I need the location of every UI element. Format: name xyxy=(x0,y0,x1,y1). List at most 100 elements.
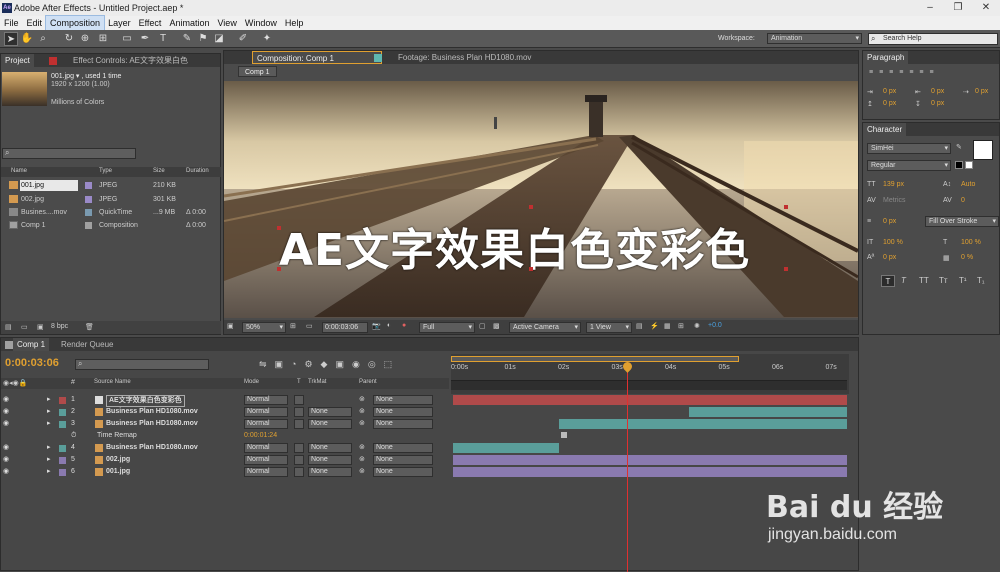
puppet-pin-tool-icon[interactable]: ✦ xyxy=(260,32,274,46)
track-matte-select[interactable]: None xyxy=(308,407,352,417)
parent-select[interactable]: None xyxy=(373,419,433,429)
black-swatch[interactable] xyxy=(955,161,963,169)
layer-label-swatch[interactable] xyxy=(59,409,66,416)
region-of-interest-icon[interactable]: ▢ xyxy=(479,322,486,330)
current-time-field[interactable]: 0:00:03:06 xyxy=(322,322,368,333)
tab-effect-controls[interactable]: Effect Controls: AE文字效果白色 xyxy=(69,54,213,67)
layer-row[interactable]: ◉ ▸ 2 Business Plan HD1080.mov Normal None ⊚ No… xyxy=(1,406,449,418)
tab-paragraph[interactable]: Paragraph xyxy=(863,51,909,64)
layer-row[interactable]: ◉ ▸ 1 AE文字效果白色变彩色 Normal ⊚ None xyxy=(1,394,449,407)
stroke-width-value[interactable]: 0 px xyxy=(883,218,896,225)
tab-project[interactable]: Project xyxy=(1,54,34,67)
space-after-value[interactable]: 0 px xyxy=(931,100,944,107)
new-folder-icon[interactable]: ▭ xyxy=(21,323,28,331)
layer-label-swatch[interactable] xyxy=(59,421,66,428)
font-size-value[interactable]: 139 px xyxy=(883,181,904,188)
preserve-transparency-toggle[interactable] xyxy=(294,443,304,453)
stopwatch-icon[interactable]: ⏱ xyxy=(71,430,76,442)
layer-name[interactable]: 001.jpg xyxy=(106,466,130,478)
camera-tool-icon[interactable]: ⊕ xyxy=(78,32,92,46)
layer-duration-bar[interactable] xyxy=(453,395,847,405)
pen-tool-icon[interactable]: ✒ xyxy=(138,32,152,46)
tab-character[interactable]: Character xyxy=(863,123,907,136)
bbox-handle[interactable] xyxy=(277,226,281,230)
fast-preview-icon[interactable]: ⚡ xyxy=(650,322,659,330)
exposure-icon[interactable]: ✺ xyxy=(694,322,700,330)
blend-mode-select[interactable]: Normal xyxy=(244,443,288,453)
layer-row[interactable]: ◉ ▸ 6 001.jpg Normal None ⊚ None xyxy=(1,466,449,478)
list-item[interactable]: Busines....mov QuickTime ...9 MB Δ 0:00 xyxy=(1,206,221,219)
col-source-name[interactable]: Source Name xyxy=(94,379,131,385)
restore-button[interactable]: ❐ xyxy=(944,0,972,16)
comp-viewer[interactable]: AE文字效果白色变彩色 xyxy=(224,81,858,318)
alignment-buttons[interactable]: ≡≡≡≡≡≡≡ xyxy=(869,69,940,76)
snapshot-camera-icon[interactable]: 📷 xyxy=(372,322,381,330)
layer-name[interactable]: 002.jpg xyxy=(106,454,130,466)
channel-rgb-icon[interactable]: ● xyxy=(402,322,406,329)
pan-behind-tool-icon[interactable]: ⊞ xyxy=(96,32,110,46)
menu-animation[interactable]: Animation xyxy=(165,16,213,30)
tab-footage[interactable]: Footage: Business Plan HD1080.mov xyxy=(394,51,535,64)
timeline-icon[interactable]: ▦ xyxy=(664,322,671,330)
menu-composition[interactable]: Composition xyxy=(45,15,106,31)
layer-name[interactable]: Business Plan HD1080.mov xyxy=(106,406,198,418)
font-family-select[interactable]: SimHei xyxy=(867,143,951,154)
font-style-select[interactable]: Regular xyxy=(867,160,951,171)
expand-icon[interactable]: ▸ xyxy=(47,406,51,418)
rotate-tool-icon[interactable]: ↻ xyxy=(62,32,76,46)
current-time-indicator[interactable] xyxy=(627,362,628,572)
layer-duration-bar[interactable] xyxy=(453,443,560,453)
superscript-button[interactable]: T¹ xyxy=(959,276,967,285)
parent-select[interactable]: None xyxy=(373,407,433,417)
expand-icon[interactable]: ▸ xyxy=(47,442,51,454)
toggle-pixel-aspect-icon[interactable]: ▤ xyxy=(636,322,643,330)
transparency-grid-icon[interactable]: ▩ xyxy=(493,322,500,330)
track-matte-select[interactable]: None xyxy=(308,419,352,429)
col-name[interactable]: Name xyxy=(11,168,27,174)
view-layout-select[interactable]: 1 View xyxy=(586,322,632,333)
stroke-type-select[interactable]: Fill Over Stroke xyxy=(925,216,999,227)
parent-select[interactable]: None xyxy=(373,395,433,405)
menu-effect[interactable]: Effect xyxy=(135,16,166,30)
new-comp-icon[interactable]: ▣ xyxy=(37,323,44,331)
pickwhip-icon[interactable]: ⊚ xyxy=(359,454,365,466)
menu-edit[interactable]: Edit xyxy=(23,16,47,30)
eye-icon[interactable]: ◉ xyxy=(3,466,9,478)
blend-mode-select[interactable]: Normal xyxy=(244,455,288,465)
keyframe-marker[interactable] xyxy=(561,432,567,438)
rectangle-tool-icon[interactable]: ▭ xyxy=(120,32,134,46)
indent-right-value[interactable]: 0 px xyxy=(931,88,944,95)
layer-label-swatch[interactable] xyxy=(59,457,66,464)
show-snapshot-icon[interactable]: ◐ xyxy=(387,322,391,329)
exposure-value[interactable]: +0.0 xyxy=(708,322,722,329)
timeline-timecode[interactable]: 0:00:03:06 xyxy=(5,357,59,369)
baseline-shift-value[interactable]: 0 px xyxy=(883,254,896,261)
list-item[interactable]: 001.jpg JPEG 210 KB xyxy=(1,179,221,192)
expand-icon[interactable]: ▸ xyxy=(47,394,51,406)
faux-italic-button[interactable]: T xyxy=(901,276,906,285)
time-ruler[interactable]: 0:00s 01s 02s 03s 04s 05s 06s 07s xyxy=(451,354,849,394)
eyedropper-icon[interactable]: ✎ xyxy=(956,143,962,151)
pickwhip-icon[interactable]: ⊚ xyxy=(359,442,365,454)
tab-comp-1[interactable]: Comp 1 xyxy=(13,338,50,351)
first-line-indent-value[interactable]: 0 px xyxy=(975,88,988,95)
indent-left-value[interactable]: 0 px xyxy=(883,88,896,95)
clone-stamp-tool-icon[interactable]: ⚑ xyxy=(196,32,210,46)
track-matte-select[interactable]: None xyxy=(308,443,352,453)
brush-tool-icon[interactable]: ✎ xyxy=(180,32,194,46)
menu-help[interactable]: Help xyxy=(281,16,308,30)
vertical-scale-value[interactable]: 100 % xyxy=(883,239,903,246)
preserve-transparency-toggle[interactable] xyxy=(294,395,304,405)
expand-icon[interactable]: ▸ xyxy=(47,466,51,478)
layer-duration-bar[interactable] xyxy=(453,455,847,465)
close-button[interactable]: ✕ xyxy=(972,0,1000,16)
menu-window[interactable]: Window xyxy=(241,16,281,30)
timeline-switches-icons[interactable]: ⇋▣◔⚙◆▣◉◎⬚ xyxy=(259,359,400,370)
timeline-search-input[interactable]: ⌕ xyxy=(75,359,209,370)
blend-mode-select[interactable]: Normal xyxy=(244,395,288,405)
fill-color-swatch[interactable] xyxy=(973,140,993,160)
blend-mode-select[interactable]: Normal xyxy=(244,407,288,417)
all-caps-button[interactable]: TT xyxy=(919,276,929,285)
work-area-bar[interactable] xyxy=(451,356,739,362)
space-before-value[interactable]: 0 px xyxy=(883,100,896,107)
